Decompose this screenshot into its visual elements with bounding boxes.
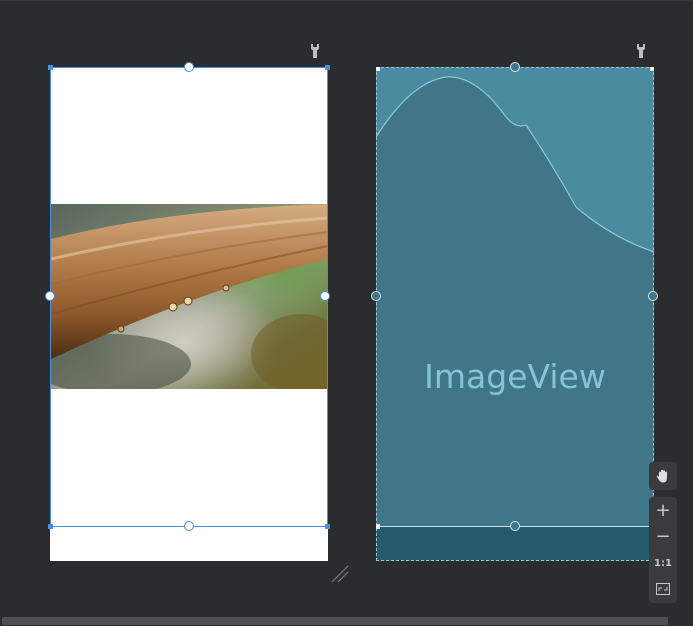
imageview-label: ImageView <box>424 357 606 396</box>
right-constraint-handle[interactable] <box>320 291 330 301</box>
resize-grip-icon[interactable] <box>330 564 350 588</box>
scrollbar-thumb[interactable] <box>2 617 668 625</box>
blueprint-surface[interactable]: ImageView <box>371 62 658 561</box>
top-divider <box>0 0 693 1</box>
image-view-photo[interactable] <box>51 204 328 389</box>
hand-icon <box>656 469 667 483</box>
blueprint-top-handle[interactable] <box>510 62 520 72</box>
resize-handle-top-left[interactable] <box>48 65 53 70</box>
blueprint-resize-top-right[interactable] <box>650 67 654 71</box>
zoom-controls-panel: + − 1:1 <box>649 497 677 603</box>
actual-size-button[interactable]: 1:1 <box>649 552 677 574</box>
zoom-out-button[interactable]: − <box>649 525 677 547</box>
design-surface[interactable] <box>45 62 330 561</box>
blueprint-left-handle[interactable] <box>371 291 381 301</box>
bottom-constraint-handle[interactable] <box>184 521 194 531</box>
fit-screen-icon <box>656 583 670 595</box>
zoom-in-button[interactable]: + <box>649 499 677 521</box>
pan-hand-button[interactable] <box>649 462 677 490</box>
blueprint-resize-bottom-left[interactable] <box>376 524 380 529</box>
fit-screen-button[interactable] <box>649 578 677 600</box>
top-constraint-handle[interactable] <box>184 62 194 72</box>
blueprint-options-wrench-icon[interactable] <box>635 44 647 58</box>
blueprint-footer-bar <box>376 527 654 561</box>
design-options-wrench-icon[interactable] <box>309 44 321 58</box>
horizontal-scrollbar[interactable] <box>0 616 693 626</box>
blueprint-right-handle[interactable] <box>648 291 658 301</box>
blueprint-resize-top-left[interactable] <box>376 67 380 71</box>
blueprint-preview-shape <box>376 67 654 253</box>
left-constraint-handle[interactable] <box>45 291 55 301</box>
blueprint-bottom-handle[interactable] <box>510 521 520 531</box>
resize-handle-top-right[interactable] <box>325 65 330 70</box>
resize-handle-bottom-right[interactable] <box>325 524 330 529</box>
resize-handle-bottom-left[interactable] <box>48 524 53 529</box>
